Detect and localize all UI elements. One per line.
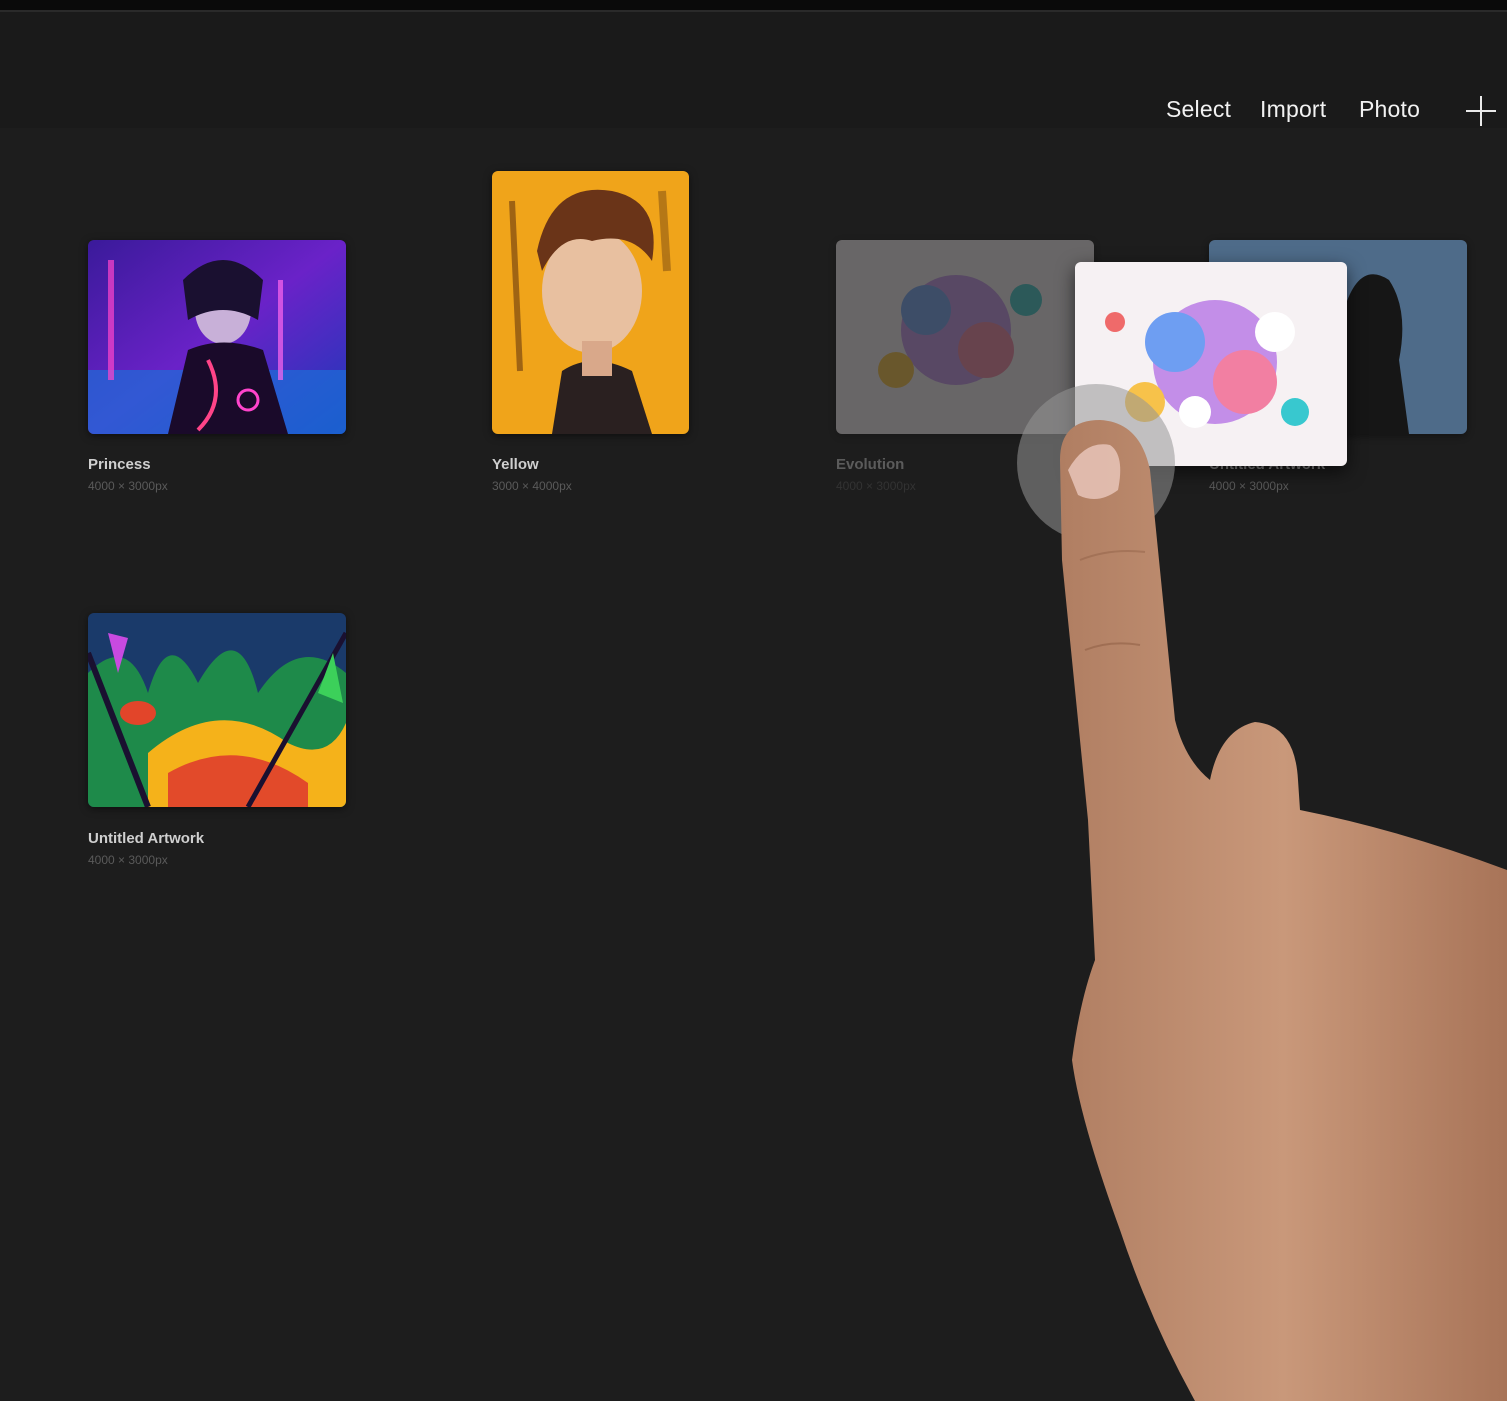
photo-button[interactable]: Photo (1359, 96, 1420, 123)
artwork-title: Princess (88, 456, 151, 473)
artwork-title: Untitled Artwork (88, 830, 205, 847)
artwork-dimensions: 4000 × 3000px (836, 479, 916, 493)
artwork-thumbnail-yellow[interactable] (492, 171, 689, 434)
artwork-title: Yellow (492, 456, 539, 473)
import-button[interactable]: Import (1260, 96, 1326, 123)
artwork-dimensions: 4000 × 3000px (1209, 479, 1289, 493)
artwork-thumbnail-princess[interactable] (88, 240, 346, 434)
artwork-thumbnail-untitled-1[interactable] (88, 613, 346, 807)
artwork-title: Evolution (836, 456, 905, 473)
gallery-header: Select Import Photo (0, 12, 1507, 128)
touch-indicator (1017, 384, 1175, 542)
artwork-dimensions: 4000 × 3000px (88, 479, 168, 493)
plus-icon[interactable] (1466, 96, 1496, 126)
artwork-dimensions: 3000 × 4000px (492, 479, 572, 493)
artwork-dimensions: 4000 × 3000px (88, 853, 168, 867)
status-bar (0, 0, 1507, 12)
select-button[interactable]: Select (1166, 96, 1231, 123)
